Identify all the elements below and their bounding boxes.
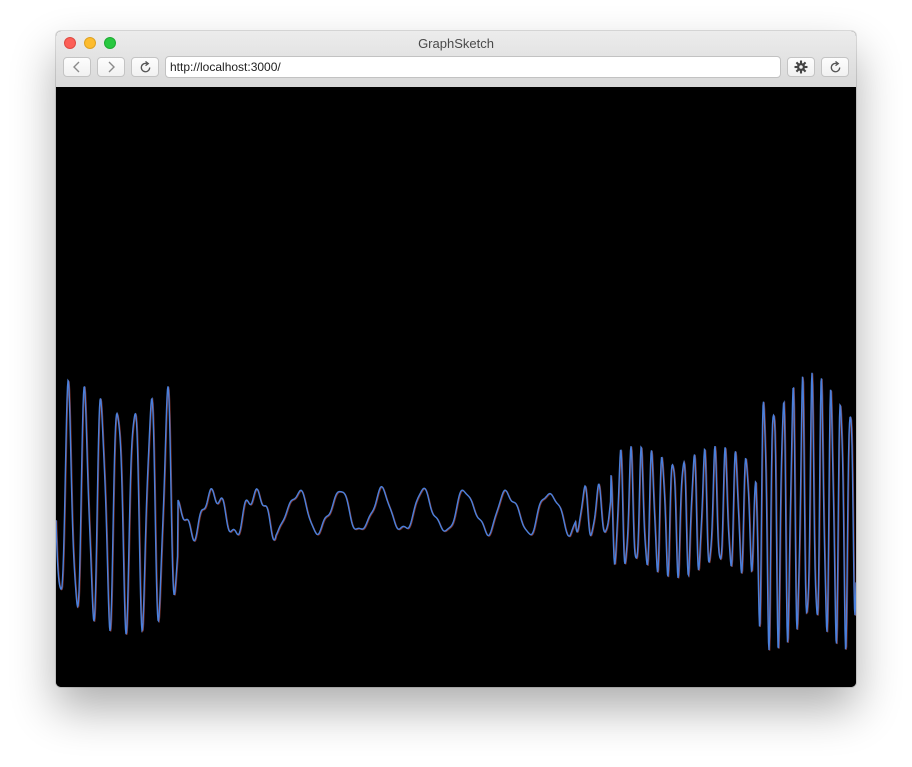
gear-icon	[794, 60, 808, 74]
browser-toolbar: GraphSketch http://localhost:3000/	[56, 31, 856, 88]
window-title: GraphSketch	[418, 36, 494, 51]
address-bar[interactable]: http://localhost:3000/	[165, 56, 781, 78]
browser-window: GraphSketch http://localhost:3000/	[56, 31, 856, 687]
settings-button[interactable]	[787, 57, 815, 77]
waveform-plot	[56, 372, 856, 651]
chevron-left-icon	[73, 61, 80, 73]
reload-page-button[interactable]	[821, 57, 849, 77]
graph-canvas[interactable]	[56, 87, 856, 687]
back-button[interactable]	[63, 57, 91, 77]
refresh-button[interactable]	[131, 57, 159, 77]
waveform-line	[56, 372, 856, 651]
forward-button[interactable]	[97, 57, 125, 77]
chevron-right-icon	[108, 61, 115, 73]
refresh-icon	[830, 60, 840, 72]
refresh-icon	[140, 60, 150, 72]
